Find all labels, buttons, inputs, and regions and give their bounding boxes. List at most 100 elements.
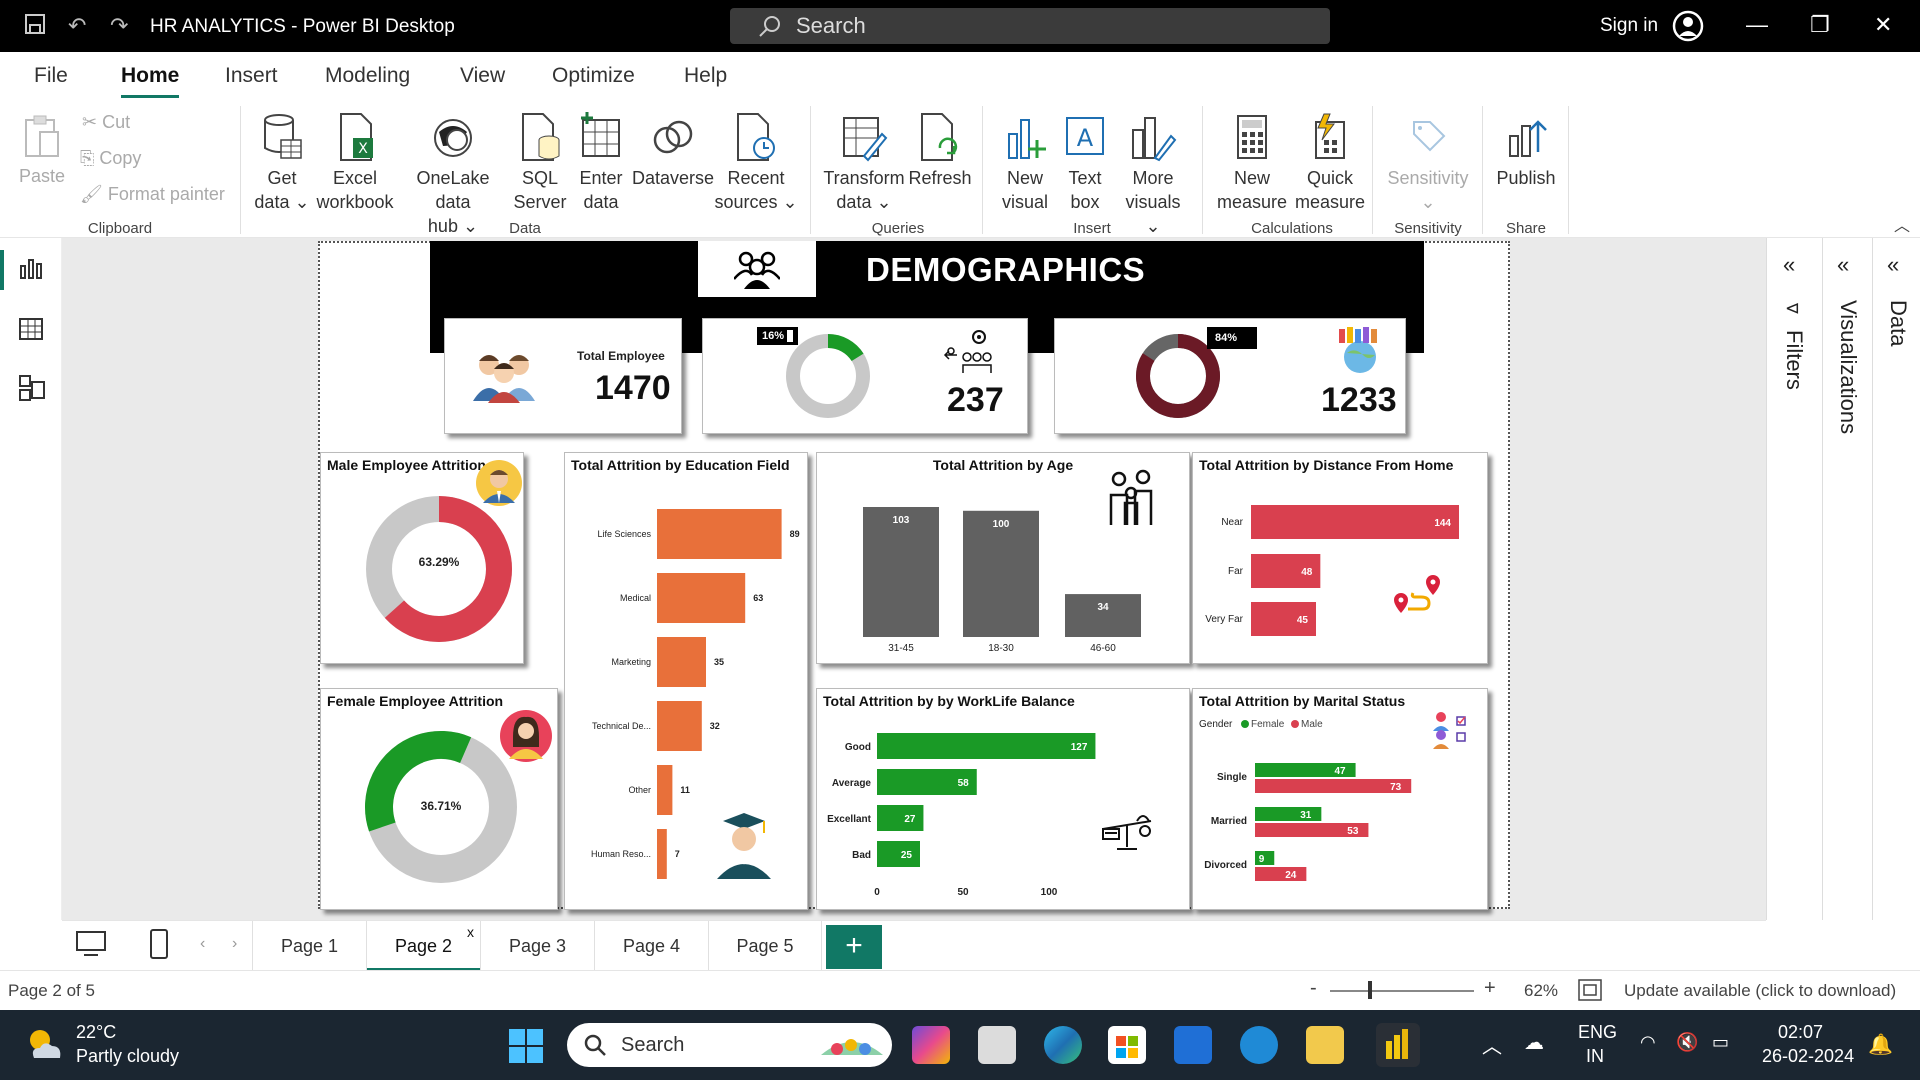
chevron-up-icon[interactable]: ︿ (1482, 1030, 1502, 1059)
female-attrition-visual[interactable]: Female Employee Attrition 36.71% (320, 688, 558, 910)
enter-data-button[interactable]: Enter data (572, 112, 630, 214)
clock-time[interactable]: 02:07 (1778, 1022, 1823, 1043)
kpi-card-retained[interactable]: 84% 1233 (1054, 318, 1406, 434)
kpi-card-attrition[interactable]: 16% 237 (702, 318, 1028, 434)
expand-filters-icon[interactable]: « (1783, 252, 1795, 278)
add-page-button[interactable]: + (826, 925, 882, 969)
employee-exit-icon (943, 330, 992, 373)
new-visual-label-1: New (1006, 168, 1043, 188)
account-icon[interactable] (1672, 10, 1704, 47)
taskbar-search[interactable]: Search (567, 1023, 892, 1067)
distance-visual[interactable]: Total Attrition by Distance From Home Ne… (1192, 452, 1488, 664)
excel-workbook-button[interactable]: X Excel workbook (314, 112, 396, 214)
task-view-icon[interactable] (978, 1026, 1016, 1064)
legend-entry: Female (1251, 719, 1285, 730)
quick-measure-button[interactable]: Quick measure (1292, 112, 1368, 214)
language-region[interactable]: IN (1586, 1046, 1604, 1067)
cut-label: Cut (102, 112, 131, 132)
male-attrition-visual[interactable]: Male Employee Attrition 63.29% (320, 452, 524, 664)
page-tab-1[interactable]: Page 1 (252, 921, 366, 971)
tab-modeling[interactable]: Modeling (325, 64, 410, 88)
prev-page-icon[interactable]: ‹ (200, 935, 205, 953)
filters-pane[interactable]: « ⊲ Filters (1766, 238, 1822, 920)
update-available-link[interactable]: Update available (click to download) (1624, 981, 1896, 1001)
tab-optimize[interactable]: Optimize (552, 64, 635, 88)
save-icon[interactable] (24, 13, 46, 41)
new-measure-button[interactable]: New measure (1212, 112, 1292, 214)
fit-to-page-icon[interactable] (1578, 979, 1602, 1006)
language-code[interactable]: ENG (1578, 1022, 1617, 1043)
expand-visualizations-icon[interactable]: « (1837, 252, 1849, 278)
powerbi-taskbar-icon[interactable] (1376, 1023, 1420, 1067)
data-pane[interactable]: « Data (1872, 238, 1920, 920)
undo-icon[interactable]: ↶ (68, 13, 86, 39)
quick-measure-label-2: measure (1294, 192, 1366, 212)
partly-cloudy-icon[interactable] (24, 1024, 64, 1069)
report-view-icon[interactable] (18, 256, 44, 287)
windows-start-icon[interactable] (508, 1028, 544, 1069)
tab-view[interactable]: View (460, 64, 505, 88)
tab-home[interactable]: Home (121, 64, 180, 98)
refresh-button[interactable]: Refresh (908, 112, 972, 190)
get-help-icon[interactable] (1240, 1026, 1278, 1064)
table-view-icon[interactable] (18, 316, 44, 347)
volume-mute-icon[interactable]: 🔇 (1676, 1032, 1698, 1053)
tab-help[interactable]: Help (684, 64, 727, 88)
wifi-icon[interactable]: ◠ (1640, 1032, 1656, 1053)
collapse-ribbon-icon[interactable]: ︿ (1894, 212, 1910, 236)
transform-label-1: Transform (823, 168, 905, 188)
notifications-icon[interactable]: 🔔 (1868, 1032, 1893, 1057)
marital-status-visual[interactable]: Total Attrition by Marital Status Gender… (1192, 688, 1488, 910)
close-icon[interactable]: ✕ (1874, 12, 1892, 38)
data-label: 103 (893, 515, 910, 526)
visualizations-pane[interactable]: « Visualizations (1822, 238, 1872, 920)
battery-icon[interactable]: ▭ (1712, 1032, 1729, 1053)
text-box-button[interactable]: A Text box (1058, 112, 1112, 214)
expand-data-icon[interactable]: « (1887, 252, 1899, 278)
sql-server-button[interactable]: SQL Server (512, 112, 568, 214)
sensitivity-button[interactable]: Sensitivity ⌄ (1384, 112, 1472, 214)
copilot-icon[interactable] (912, 1026, 950, 1064)
paste-button[interactable]: Paste (18, 114, 66, 188)
tab-file[interactable]: File (34, 64, 68, 88)
age-visual[interactable]: Total Attrition by Age 103 31-45 100 18-30 3… (816, 452, 1190, 664)
minimize-icon[interactable]: — (1746, 12, 1768, 38)
mobile-layout-icon[interactable] (150, 929, 168, 964)
zoom-out-button[interactable]: - (1310, 977, 1317, 1000)
page-tab-2[interactable]: Page 2x (366, 921, 480, 971)
redo-icon[interactable]: ↷ (110, 13, 128, 39)
close-page-icon[interactable]: x (467, 907, 474, 957)
education-field-visual[interactable]: Total Attrition by Education Field Life … (564, 452, 808, 910)
new-visual-button[interactable]: New visual (994, 112, 1056, 214)
onedrive-cloud-icon[interactable]: ☁ (1524, 1030, 1544, 1055)
copy-button[interactable]: ⎘ Copy (80, 148, 141, 169)
tab-insert[interactable]: Insert (225, 64, 278, 88)
filter-icon: ⊲ (1785, 298, 1801, 318)
clock-date[interactable]: 26-02-2024 (1762, 1046, 1854, 1067)
model-view-icon[interactable] (18, 374, 46, 407)
format-painter-button[interactable]: 🖌 Format painter (80, 184, 225, 205)
sign-in-link[interactable]: Sign in (1600, 15, 1658, 37)
kpi-card-total-employee[interactable]: Total Employee 1470 (444, 318, 682, 434)
worklife-visual[interactable]: Total Attrition by by WorkLife Balance G… (816, 688, 1190, 910)
restore-icon[interactable]: ❐ (1810, 12, 1830, 38)
cut-button[interactable]: ✂ Cut (82, 112, 130, 133)
page-tab-3[interactable]: Page 3 (480, 921, 594, 971)
publish-button[interactable]: Publish (1494, 112, 1558, 190)
next-page-icon[interactable]: › (232, 935, 237, 953)
myhp-icon[interactable] (1174, 1026, 1212, 1064)
desktop-layout-icon[interactable] (76, 931, 106, 962)
recent-sources-button[interactable]: Recent sources ⌄ (714, 112, 798, 214)
title-search-box[interactable]: Search (730, 8, 1330, 44)
dataverse-button[interactable]: Dataverse (632, 112, 714, 190)
page-tab-5[interactable]: Page 5 (708, 921, 822, 971)
edge-browser-icon[interactable] (1044, 1026, 1082, 1064)
ms-store-icon[interactable] (1108, 1026, 1146, 1064)
file-explorer-icon[interactable] (1306, 1026, 1344, 1064)
zoom-in-button[interactable]: + (1484, 977, 1496, 1000)
transform-data-button[interactable]: Transform data ⌄ (822, 112, 906, 214)
zoom-slider-track[interactable] (1330, 990, 1474, 992)
get-data-button[interactable]: Get data ⌄ (254, 112, 310, 214)
zoom-slider-thumb[interactable] (1368, 981, 1372, 999)
page-tab-4[interactable]: Page 4 (594, 921, 708, 971)
